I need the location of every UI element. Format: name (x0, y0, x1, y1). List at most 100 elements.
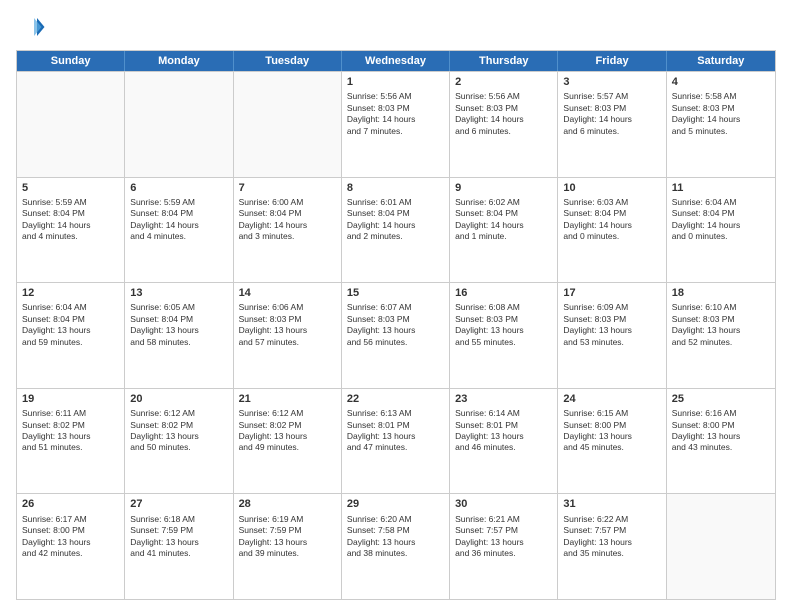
day-info: Sunrise: 6:13 AM Sunset: 8:01 PM Dayligh… (347, 408, 444, 454)
day-cell-13: 13 Sunrise: 6:05 AM Sunset: 8:04 PM Dayli… (125, 283, 233, 388)
day-cell-22: 22 Sunrise: 6:13 AM Sunset: 8:01 PM Dayli… (342, 389, 450, 494)
day-info: Sunrise: 6:02 AM Sunset: 8:04 PM Dayligh… (455, 197, 552, 243)
day-number: 22 (347, 392, 444, 406)
week-row-1: 1Sunrise: 5:56 AM Sunset: 8:03 PM Daylig… (17, 71, 775, 177)
day-info: Sunrise: 6:11 AM Sunset: 8:02 PM Dayligh… (22, 408, 119, 454)
day-number: 5 (22, 181, 119, 195)
day-cell-20: 20 Sunrise: 6:12 AM Sunset: 8:02 PM Dayli… (125, 389, 233, 494)
day-info: Sunrise: 6:08 AM Sunset: 8:03 PM Dayligh… (455, 302, 552, 348)
day-cell-25: 25 Sunrise: 6:16 AM Sunset: 8:00 PM Dayli… (667, 389, 775, 494)
day-number: 11 (672, 181, 770, 195)
day-number: 15 (347, 286, 444, 300)
empty-cell (125, 72, 233, 177)
day-info: Sunrise: 6:12 AM Sunset: 8:02 PM Dayligh… (130, 408, 227, 454)
day-number: 27 (130, 497, 227, 511)
day-cell-8: 8 Sunrise: 6:01 AM Sunset: 8:04 PM Daylig… (342, 178, 450, 283)
day-number: 8 (347, 181, 444, 195)
day-info: Sunrise: 6:15 AM Sunset: 8:00 PM Dayligh… (563, 408, 660, 454)
day-cell-12: 12 Sunrise: 6:04 AM Sunset: 8:04 PM Dayli… (17, 283, 125, 388)
day-info: Sunrise: 6:12 AM Sunset: 8:02 PM Dayligh… (239, 408, 336, 454)
day-of-week-wednesday: Wednesday (342, 51, 450, 71)
day-number: 2 (455, 75, 552, 89)
day-of-week-thursday: Thursday (450, 51, 558, 71)
day-cell-18: 18 Sunrise: 6:10 AM Sunset: 8:03 PM Dayli… (667, 283, 775, 388)
day-cell-14: 14Sunrise: 6:06 AM Sunset: 8:03 PM Dayli… (234, 283, 342, 388)
day-cell-1: 1Sunrise: 5:56 AM Sunset: 8:03 PM Daylig… (342, 72, 450, 177)
day-of-week-monday: Monday (125, 51, 233, 71)
day-info: Sunrise: 6:17 AM Sunset: 8:00 PM Dayligh… (22, 514, 119, 560)
day-info: Sunrise: 6:18 AM Sunset: 7:59 PM Dayligh… (130, 514, 227, 560)
day-number: 4 (672, 75, 770, 89)
day-info: Sunrise: 5:59 AM Sunset: 8:04 PM Dayligh… (130, 197, 227, 243)
day-cell-28: 28 Sunrise: 6:19 AM Sunset: 7:59 PM Dayli… (234, 494, 342, 599)
day-info: Sunrise: 5:58 AM Sunset: 8:03 PM Dayligh… (672, 91, 770, 137)
week-row-4: 19 Sunrise: 6:11 AM Sunset: 8:02 PM Dayli… (17, 388, 775, 494)
day-number: 24 (563, 392, 660, 406)
day-cell-15: 15 Sunrise: 6:07 AM Sunset: 8:03 PM Dayli… (342, 283, 450, 388)
day-cell-26: 26 Sunrise: 6:17 AM Sunset: 8:00 PM Dayli… (17, 494, 125, 599)
day-number: 13 (130, 286, 227, 300)
day-number: 25 (672, 392, 770, 406)
day-info: Sunrise: 6:20 AM Sunset: 7:58 PM Dayligh… (347, 514, 444, 560)
day-of-week-saturday: Saturday (667, 51, 775, 71)
day-cell-29: 29Sunrise: 6:20 AM Sunset: 7:58 PM Dayli… (342, 494, 450, 599)
day-number: 9 (455, 181, 552, 195)
day-cell-4: 4 Sunrise: 5:58 AM Sunset: 8:03 PM Daylig… (667, 72, 775, 177)
day-number: 23 (455, 392, 552, 406)
day-cell-6: 6 Sunrise: 5:59 AM Sunset: 8:04 PM Daylig… (125, 178, 233, 283)
week-row-5: 26 Sunrise: 6:17 AM Sunset: 8:00 PM Dayli… (17, 493, 775, 599)
day-info: Sunrise: 6:05 AM Sunset: 8:04 PM Dayligh… (130, 302, 227, 348)
calendar: SundayMondayTuesdayWednesdayThursdayFrid… (16, 50, 776, 600)
day-number: 30 (455, 497, 552, 511)
day-number: 16 (455, 286, 552, 300)
day-number: 19 (22, 392, 119, 406)
day-cell-3: 3 Sunrise: 5:57 AM Sunset: 8:03 PM Daylig… (558, 72, 666, 177)
day-info: Sunrise: 6:22 AM Sunset: 7:57 PM Dayligh… (563, 514, 660, 560)
day-info: Sunrise: 6:21 AM Sunset: 7:57 PM Dayligh… (455, 514, 552, 560)
day-number: 20 (130, 392, 227, 406)
day-cell-27: 27 Sunrise: 6:18 AM Sunset: 7:59 PM Dayli… (125, 494, 233, 599)
day-info: Sunrise: 6:06 AM Sunset: 8:03 PM Dayligh… (239, 302, 336, 348)
day-info: Sunrise: 6:07 AM Sunset: 8:03 PM Dayligh… (347, 302, 444, 348)
day-of-week-tuesday: Tuesday (234, 51, 342, 71)
week-row-3: 12 Sunrise: 6:04 AM Sunset: 8:04 PM Dayli… (17, 282, 775, 388)
header (16, 12, 776, 42)
day-cell-11: 11Sunrise: 6:04 AM Sunset: 8:04 PM Dayli… (667, 178, 775, 283)
day-number: 18 (672, 286, 770, 300)
day-info: Sunrise: 6:00 AM Sunset: 8:04 PM Dayligh… (239, 197, 336, 243)
day-cell-2: 2 Sunrise: 5:56 AM Sunset: 8:03 PM Daylig… (450, 72, 558, 177)
day-cell-31: 31Sunrise: 6:22 AM Sunset: 7:57 PM Dayli… (558, 494, 666, 599)
day-info: Sunrise: 6:04 AM Sunset: 8:04 PM Dayligh… (22, 302, 119, 348)
day-cell-16: 16 Sunrise: 6:08 AM Sunset: 8:03 PM Dayli… (450, 283, 558, 388)
day-number: 12 (22, 286, 119, 300)
calendar-header: SundayMondayTuesdayWednesdayThursdayFrid… (17, 51, 775, 71)
day-info: Sunrise: 5:56 AM Sunset: 8:03 PM Dayligh… (347, 91, 444, 137)
day-info: Sunrise: 6:09 AM Sunset: 8:03 PM Dayligh… (563, 302, 660, 348)
day-cell-9: 9 Sunrise: 6:02 AM Sunset: 8:04 PM Daylig… (450, 178, 558, 283)
day-number: 6 (130, 181, 227, 195)
day-cell-21: 21 Sunrise: 6:12 AM Sunset: 8:02 PM Dayli… (234, 389, 342, 494)
day-info: Sunrise: 6:01 AM Sunset: 8:04 PM Dayligh… (347, 197, 444, 243)
day-info: Sunrise: 5:57 AM Sunset: 8:03 PM Dayligh… (563, 91, 660, 137)
day-of-week-friday: Friday (558, 51, 666, 71)
day-cell-24: 24 Sunrise: 6:15 AM Sunset: 8:00 PM Dayli… (558, 389, 666, 494)
day-cell-17: 17Sunrise: 6:09 AM Sunset: 8:03 PM Dayli… (558, 283, 666, 388)
empty-cell (234, 72, 342, 177)
day-info: Sunrise: 6:16 AM Sunset: 8:00 PM Dayligh… (672, 408, 770, 454)
day-cell-10: 10Sunrise: 6:03 AM Sunset: 8:04 PM Dayli… (558, 178, 666, 283)
day-info: Sunrise: 6:19 AM Sunset: 7:59 PM Dayligh… (239, 514, 336, 560)
day-cell-19: 19 Sunrise: 6:11 AM Sunset: 8:02 PM Dayli… (17, 389, 125, 494)
empty-cell (667, 494, 775, 599)
day-info: Sunrise: 6:10 AM Sunset: 8:03 PM Dayligh… (672, 302, 770, 348)
day-info: Sunrise: 5:56 AM Sunset: 8:03 PM Dayligh… (455, 91, 552, 137)
calendar-body: 1Sunrise: 5:56 AM Sunset: 8:03 PM Daylig… (17, 71, 775, 599)
day-info: Sunrise: 6:14 AM Sunset: 8:01 PM Dayligh… (455, 408, 552, 454)
day-cell-23: 23 Sunrise: 6:14 AM Sunset: 8:01 PM Dayli… (450, 389, 558, 494)
logo (16, 12, 50, 42)
day-number: 28 (239, 497, 336, 511)
day-number: 26 (22, 497, 119, 511)
day-info: Sunrise: 5:59 AM Sunset: 8:04 PM Dayligh… (22, 197, 119, 243)
day-cell-30: 30 Sunrise: 6:21 AM Sunset: 7:57 PM Dayli… (450, 494, 558, 599)
day-number: 3 (563, 75, 660, 89)
day-number: 21 (239, 392, 336, 406)
